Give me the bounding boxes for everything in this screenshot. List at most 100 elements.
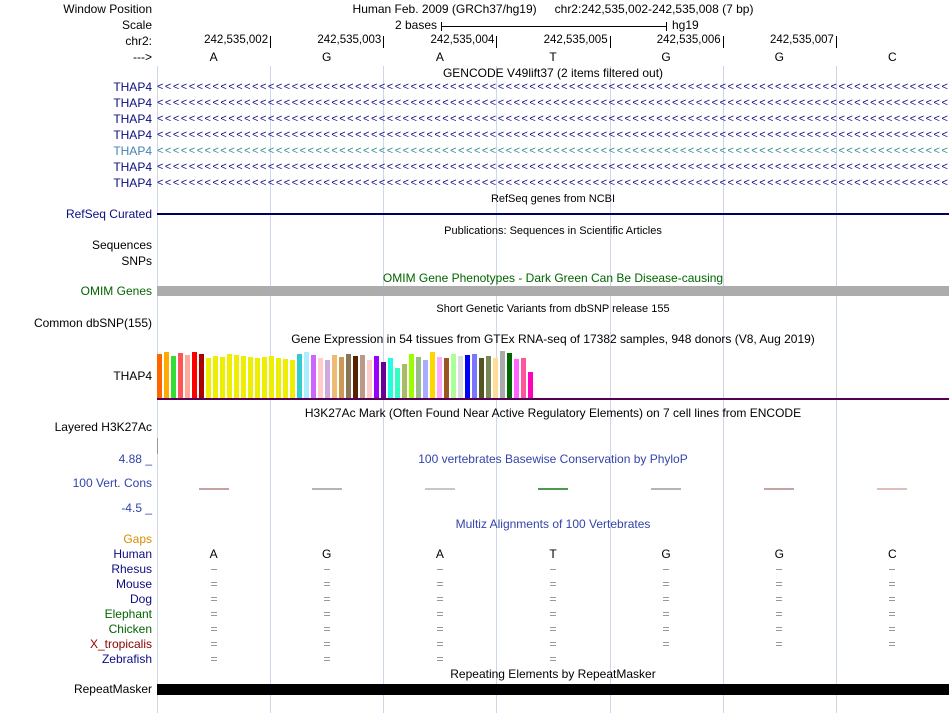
alignment-gap-mark bbox=[663, 612, 670, 613]
alignment-gap-mark bbox=[889, 627, 896, 628]
alignment-gap-mark bbox=[889, 615, 896, 616]
alignment-base-letter: G bbox=[774, 547, 784, 561]
alignment-gap-mark bbox=[436, 585, 443, 586]
alignment-gap-mark bbox=[323, 569, 330, 570]
alignment-gap-mark bbox=[436, 600, 443, 601]
alignment-gap-mark bbox=[210, 612, 217, 613]
alignment-gap-mark bbox=[550, 657, 556, 658]
alignment-gap-mark bbox=[210, 569, 217, 570]
species-label[interactable]: X_tropicalis bbox=[0, 637, 152, 651]
alignment-gap-mark bbox=[210, 657, 217, 658]
alignment-gap-mark bbox=[323, 585, 330, 586]
alignment-gap-mark bbox=[550, 600, 556, 601]
alignment-gap-mark bbox=[889, 612, 896, 613]
species-label[interactable]: Human bbox=[0, 547, 152, 561]
repeatmasker-track-title: Repeating Elements by RepeatMasker bbox=[450, 667, 656, 681]
alignment-gap-mark bbox=[436, 569, 443, 570]
alignment-gap-mark bbox=[436, 660, 443, 661]
alignment-gap-mark bbox=[776, 582, 783, 583]
alignment-gap-mark bbox=[663, 585, 670, 586]
alignment-gap-mark bbox=[550, 627, 556, 628]
alignment-base-letter: C bbox=[888, 547, 897, 561]
alignment-gap-mark bbox=[323, 600, 330, 601]
alignment-gap-mark bbox=[776, 597, 783, 598]
multiz-species-rows: Human A G A T G G C Rhesus Mouse Dog Elephant Chicke… bbox=[0, 0, 950, 713]
alignment-gap-mark bbox=[210, 630, 217, 631]
alignment-gap-mark bbox=[323, 645, 330, 646]
alignment-gap-mark bbox=[210, 627, 217, 628]
alignment-gap-mark bbox=[550, 645, 556, 646]
alignment-gap-mark bbox=[323, 657, 330, 658]
alignment-gap-mark bbox=[776, 627, 783, 628]
alignment-gap-mark bbox=[889, 582, 896, 583]
alignment-gap-mark bbox=[776, 585, 783, 586]
alignment-gap-mark bbox=[210, 645, 217, 646]
alignment-base-letter: A bbox=[209, 547, 218, 561]
alignment-gap-mark bbox=[889, 642, 896, 643]
alignment-gap-mark bbox=[210, 597, 217, 598]
alignment-gap-mark bbox=[436, 627, 443, 628]
alignment-gap-mark bbox=[436, 582, 443, 583]
alignment-gap-mark bbox=[323, 660, 330, 661]
alignment-gap-mark bbox=[436, 642, 443, 643]
alignment-gap-mark bbox=[210, 660, 217, 661]
alignment-gap-mark bbox=[323, 612, 330, 613]
alignment-gap-mark bbox=[550, 569, 556, 570]
alignment-gap-mark bbox=[550, 612, 556, 613]
species-label[interactable]: Mouse bbox=[0, 577, 152, 591]
alignment-gap-mark bbox=[436, 612, 443, 613]
alignment-gap-mark bbox=[436, 615, 443, 616]
alignment-gap-mark bbox=[550, 615, 556, 616]
alignment-gap-mark bbox=[776, 569, 783, 570]
alignment-gap-mark bbox=[323, 627, 330, 628]
alignment-gap-mark bbox=[210, 615, 217, 616]
alignment-gap-mark bbox=[889, 569, 896, 570]
alignment-gap-mark bbox=[436, 597, 443, 598]
repeatmasker-item[interactable] bbox=[157, 684, 949, 695]
alignment-gap-mark bbox=[776, 612, 783, 613]
species-label[interactable]: Elephant bbox=[0, 607, 152, 621]
alignment-gap-mark bbox=[323, 630, 330, 631]
alignment-gap-mark bbox=[323, 615, 330, 616]
alignment-gap-mark bbox=[663, 627, 670, 628]
alignment-gap-mark bbox=[889, 597, 896, 598]
alignment-gap-mark bbox=[663, 645, 670, 646]
alignment-gap-mark bbox=[776, 600, 783, 601]
alignment-gap-mark bbox=[663, 597, 670, 598]
alignment-base-letter: T bbox=[549, 547, 557, 561]
alignment-gap-mark bbox=[323, 642, 330, 643]
alignment-gap-mark bbox=[663, 615, 670, 616]
alignment-gap-mark bbox=[663, 569, 670, 570]
alignment-gap-mark bbox=[663, 600, 670, 601]
alignment-gap-mark bbox=[210, 600, 217, 601]
species-label[interactable]: Dog bbox=[0, 592, 152, 606]
alignment-gap-mark bbox=[210, 582, 217, 583]
alignment-gap-mark bbox=[323, 597, 330, 598]
alignment-gap-mark bbox=[550, 660, 556, 661]
alignment-gap-mark bbox=[889, 600, 896, 601]
alignment-gap-mark bbox=[436, 657, 443, 658]
species-label[interactable]: Zebrafish bbox=[0, 652, 152, 666]
alignment-gap-mark bbox=[323, 582, 330, 583]
alignment-base-letter: A bbox=[435, 547, 444, 561]
alignment-gap-mark bbox=[776, 642, 783, 643]
species-label[interactable]: Rhesus bbox=[0, 562, 152, 576]
alignment-gap-mark bbox=[436, 645, 443, 646]
alignment-gap-mark bbox=[889, 630, 896, 631]
alignment-base-letter: G bbox=[322, 547, 332, 561]
alignment-gap-mark bbox=[663, 630, 670, 631]
alignment-gap-mark bbox=[663, 582, 670, 583]
alignment-gap-mark bbox=[550, 630, 556, 631]
alignment-gap-mark bbox=[889, 585, 896, 586]
alignment-gap-mark bbox=[776, 630, 783, 631]
alignment-gap-mark bbox=[210, 585, 217, 586]
alignment-gap-mark bbox=[550, 642, 556, 643]
alignment-gap-mark bbox=[550, 585, 556, 586]
alignment-gap-mark bbox=[776, 645, 783, 646]
genome-browser-view: Window Position Human Feb. 2009 (GRCh37/… bbox=[0, 0, 950, 713]
alignment-base-letter: G bbox=[661, 547, 671, 561]
species-label[interactable]: Chicken bbox=[0, 622, 152, 636]
repeatmasker-label[interactable]: RepeatMasker bbox=[0, 682, 152, 696]
alignment-gap-mark bbox=[663, 642, 670, 643]
alignment-gap-mark bbox=[436, 630, 443, 631]
